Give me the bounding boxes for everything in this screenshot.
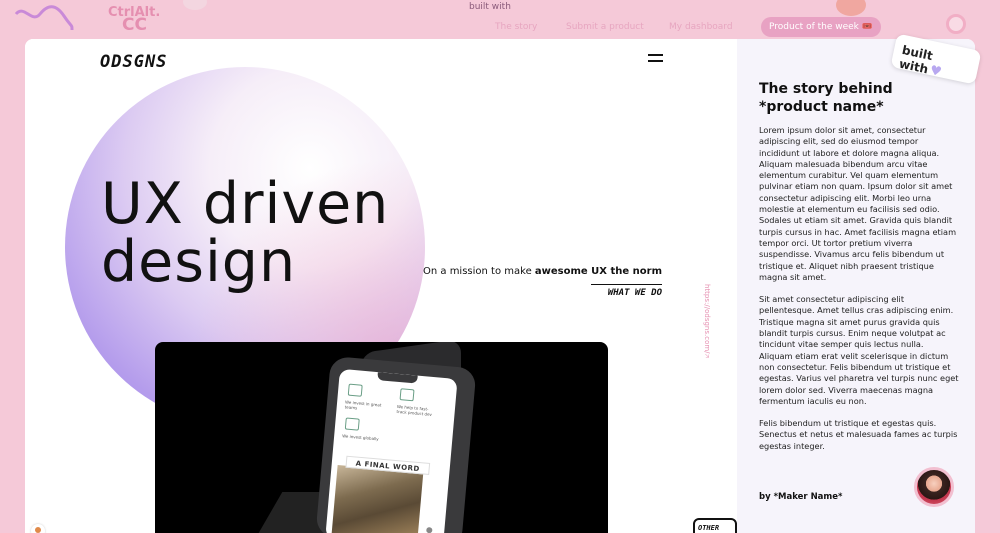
website-preview: ODSGNS UX driven design On a mission to … — [25, 39, 737, 533]
story-body: Lorem ipsum dolor sit amet, consectetur … — [759, 125, 959, 463]
top-built-with: built with — [469, 2, 511, 12]
screen-text-1: We invest in great teams — [344, 399, 382, 411]
ctrlalt-logo-cc: CC — [122, 15, 147, 35]
vertical-url-link[interactable]: https://odsgns.com/🡥 — [700, 284, 711, 358]
product-preview-card: ODSGNS UX driven design On a mission to … — [25, 39, 975, 533]
other-button[interactable]: OTHER — [693, 518, 737, 533]
story-paragraph: Lorem ipsum dolor sit amet, consectetur … — [759, 125, 957, 282]
story-paragraph: Sit amet consectetur adipiscing elit pel… — [759, 294, 959, 406]
screen-photo — [331, 464, 424, 533]
nav-my-dashboard[interactable]: My dashboard — [669, 22, 733, 32]
product-of-the-week-button[interactable]: Product of the week 🎟️ — [761, 17, 881, 37]
hamburger-menu-icon[interactable] — [648, 53, 663, 63]
decorative-bubble — [183, 0, 207, 10]
maker-avatar[interactable] — [914, 467, 954, 507]
phone-image: We invest in great teams We help to fast… — [315, 355, 477, 533]
story-paragraph: Felis bibendum ut tristique et egestas q… — [759, 418, 958, 451]
nav-submit-product[interactable]: Submit a product — [566, 22, 644, 32]
nav-the-story[interactable]: The story — [495, 22, 537, 32]
phone-screen: We invest in great teams We help to fast… — [325, 368, 458, 533]
hero-video[interactable]: We invest in great teams We help to fast… — [155, 342, 608, 533]
maker-name: by *Maker Name* — [759, 492, 843, 502]
hero-headline: UX driven design — [101, 175, 389, 291]
mission-statement: On a mission to make awesome UX the norm — [405, 266, 662, 277]
mission-prefix: On a mission to make — [423, 266, 535, 277]
screen-dot — [426, 526, 433, 533]
screen-icon-1 — [347, 383, 363, 397]
screen-icon-3 — [344, 417, 360, 431]
mission-bold: awesome UX the norm — [534, 266, 662, 277]
headline-line-1: UX driven — [101, 171, 390, 237]
circle-decoration — [946, 14, 966, 34]
screen-icon-2 — [399, 388, 415, 402]
squiggle-decoration — [14, 5, 74, 31]
headline-line-2: design — [101, 229, 297, 295]
ctrlalt-logo[interactable]: CtrlAlt. CC — [108, 6, 160, 35]
chat-icon[interactable] — [31, 524, 45, 533]
decorative-blob — [836, 0, 866, 16]
story-panel: The story behind *product name* Lorem ip… — [737, 39, 975, 533]
story-title: The story behind *product name* — [759, 81, 893, 115]
site-logo[interactable]: ODSGNS — [100, 52, 167, 72]
what-we-do-link[interactable]: WHAT WE DO — [591, 284, 662, 298]
screen-text-2: We help to fast-track product dev — [396, 403, 433, 417]
screen-text-3: We invest globally — [341, 433, 379, 442]
